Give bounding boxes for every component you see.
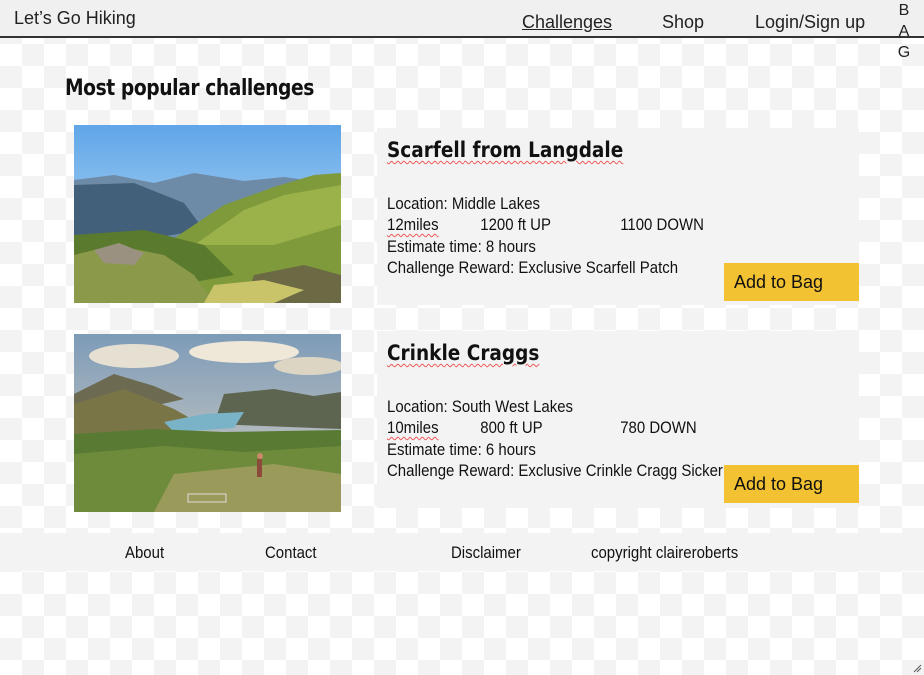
challenge-elevation-down: 1100 DOWN — [620, 215, 704, 234]
challenge-stats: 12miles 1200 ft UP 1100 DOWN — [387, 215, 704, 235]
nav-bag-link[interactable]: B A G — [896, 0, 912, 63]
brand-logo-text[interactable]: Let’s Go Hiking — [14, 8, 136, 29]
site-footer: About Contact Disclaimer copyright clair… — [0, 533, 924, 571]
challenge-reward: Challenge Reward: Exclusive Scarfell Pat… — [387, 258, 679, 277]
challenge-reward: Challenge Reward: Exclusive Crinkle Crag… — [387, 461, 723, 480]
bag-letter: A — [898, 23, 910, 40]
add-to-bag-button[interactable]: Add to Bag — [724, 263, 859, 301]
bag-letter: B — [898, 2, 910, 19]
challenge-location: Location: South West Lakes — [387, 397, 574, 416]
challenge-card: Scarfell from Langdale Location: Middle … — [377, 128, 859, 305]
challenge-miles: 12miles — [387, 215, 439, 234]
footer-copyright: copyright claireroberts — [591, 543, 739, 562]
challenge-location: Location: Middle Lakes — [387, 194, 541, 213]
nav-challenges-link[interactable]: Challenges — [522, 12, 612, 33]
resize-grip-icon[interactable] — [912, 663, 922, 673]
bag-letter: G — [897, 44, 911, 61]
challenge-elevation-up: 800 ft UP — [480, 418, 543, 437]
challenge-image-crinkle — [74, 334, 341, 512]
footer-about-link[interactable]: About — [125, 543, 164, 563]
challenge-title: Crinkle Craggs — [387, 341, 539, 365]
challenge-card: Crinkle Craggs Location: South West Lake… — [377, 331, 859, 508]
page-title: Most popular challenges — [65, 76, 314, 101]
nav-shop-link[interactable]: Shop — [662, 12, 704, 33]
challenge-time: Estimate time: 6 hours — [387, 440, 536, 459]
nav-login-link[interactable]: Login/Sign up — [755, 12, 865, 33]
challenge-time: Estimate time: 8 hours — [387, 237, 536, 256]
footer-disclaimer-link[interactable]: Disclaimer — [451, 543, 521, 563]
challenge-image-scarfell — [74, 125, 341, 303]
site-header: Let’s Go Hiking Challenges Shop Login/Si… — [0, 0, 924, 38]
challenge-elevation-up: 1200 ft UP — [480, 215, 551, 234]
challenge-elevation-down: 780 DOWN — [620, 418, 697, 437]
add-to-bag-button[interactable]: Add to Bag — [724, 465, 859, 503]
challenge-stats: 10miles 800 ft UP 780 DOWN — [387, 418, 704, 438]
challenge-miles: 10miles — [387, 418, 439, 437]
challenge-title-text: Crinkle Craggs — [387, 341, 540, 365]
challenge-title: Scarfell from Langdale — [387, 138, 623, 162]
challenge-title-text: Scarfell from Langdale — [387, 138, 624, 162]
footer-contact-link[interactable]: Contact — [265, 543, 317, 563]
